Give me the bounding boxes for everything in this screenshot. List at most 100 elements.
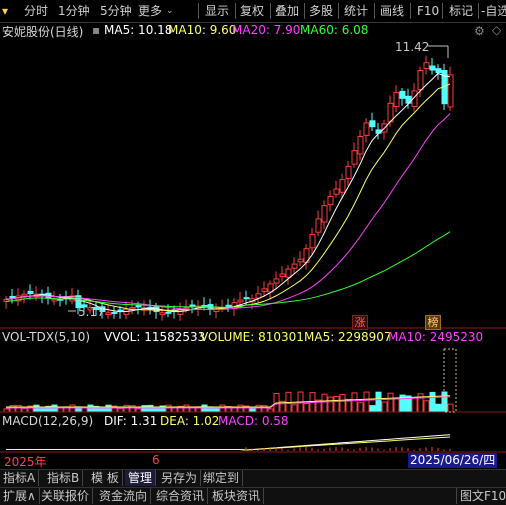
- candle-body: [129, 307, 136, 310]
- candle-body: [309, 233, 316, 249]
- volume-bar: [291, 404, 298, 413]
- candlestick-series: [3, 55, 454, 321]
- candle-body: [435, 68, 442, 74]
- tab-indicator-b[interactable]: 指标B: [44, 470, 84, 486]
- tab-indicator-a[interactable]: 指标A: [0, 470, 40, 486]
- volume-bar: [375, 391, 382, 413]
- candle-body: [363, 122, 370, 136]
- candle-body: [111, 311, 118, 314]
- limit-up-badge[interactable]: 涨: [352, 315, 368, 330]
- candle-body: [399, 90, 406, 99]
- volume-bar: [339, 394, 346, 413]
- f10-graphic-button[interactable]: 图文F10: [456, 488, 506, 504]
- tab-news[interactable]: 综合资讯: [153, 488, 209, 504]
- low-price-label: 5.17: [78, 305, 105, 319]
- dif-value: DIF: 1.31: [104, 414, 158, 428]
- candle-body: [279, 273, 286, 278]
- dif-line: [6, 434, 451, 451]
- volume-bar: [411, 397, 418, 413]
- candle-body: [351, 150, 358, 165]
- tab-fund-flow[interactable]: 资金流向: [96, 488, 152, 504]
- vol-indicator-title[interactable]: VOL-TDX(5,10): [2, 330, 90, 344]
- volume-bar: [105, 404, 112, 413]
- volume-panel-header: VOL-TDX(5,10) VVOL: 11582533 VOLUME: 810…: [0, 330, 506, 346]
- volume-bar: [219, 404, 226, 413]
- ranking-badge[interactable]: 榜: [425, 315, 441, 330]
- candle-body: [429, 65, 436, 71]
- vol-ma10-value: MA10: 2495230: [388, 330, 484, 344]
- tab-template[interactable]: 模 板: [88, 470, 123, 486]
- candle-body: [339, 179, 346, 193]
- candle-body: [357, 136, 364, 155]
- candle-body: [105, 312, 112, 316]
- tab-manage[interactable]: 管理: [125, 470, 157, 486]
- candle-body: [189, 304, 196, 307]
- volume-bar: [303, 403, 310, 413]
- candle-body: [369, 120, 376, 128]
- volume-bar: [333, 395, 340, 413]
- volume-bar: [369, 405, 376, 413]
- volume-bar: [153, 407, 160, 413]
- volume-bar: [117, 407, 124, 413]
- candle-body: [417, 69, 424, 91]
- volume-value: VOLUME: 810301: [200, 330, 304, 344]
- volume-bar: [393, 398, 400, 413]
- candle-body: [165, 311, 172, 314]
- volume-bar: [165, 404, 172, 413]
- candle-body: [327, 195, 334, 206]
- volume-bars: [3, 391, 454, 413]
- candle-body: [51, 298, 58, 302]
- moving-average-lines: [5, 72, 451, 313]
- candle-body: [237, 299, 244, 303]
- candle-body: [21, 293, 28, 297]
- dea-line: [6, 436, 451, 451]
- candle-body: [207, 304, 214, 309]
- volume-bar: [381, 401, 388, 413]
- volume-bar: [327, 396, 334, 413]
- volume-bar: [351, 392, 358, 413]
- candle-body: [393, 92, 400, 108]
- volume-bar: [429, 391, 436, 413]
- volume-bar: [249, 407, 256, 413]
- tab-save-as[interactable]: 另存为: [158, 470, 202, 486]
- candle-body: [273, 278, 280, 284]
- high-price-label: 11.42: [395, 40, 430, 54]
- tab-sector-news[interactable]: 板块资讯: [209, 488, 265, 504]
- ma10-line: [5, 83, 451, 311]
- volume-bar: [435, 403, 442, 413]
- cursor-date-label: 2025/06/26/四: [408, 453, 498, 468]
- vvol-value: VVOL: 11582533: [104, 330, 206, 344]
- volume-bar: [183, 404, 190, 413]
- volume-bar: [237, 404, 244, 413]
- month-label: 6: [152, 453, 160, 467]
- volume-bar: [33, 404, 40, 413]
- macd-panel-header: MACD(12,26,9) DIF: 1.31 DEA: 1.02 MACD: …: [0, 414, 506, 430]
- volume-bar: [21, 407, 28, 413]
- ma20-line: [5, 113, 451, 311]
- volume-bar: [15, 404, 22, 413]
- candle-body: [447, 74, 454, 108]
- volume-bar: [447, 403, 454, 413]
- candle-body: [345, 165, 352, 180]
- volume-bar: [363, 391, 370, 413]
- bottom-tab-bar: 扩展∧ 关联报价 资金流向 综合资讯 板块资讯 图文F10: [0, 487, 506, 505]
- candle-body: [261, 288, 268, 292]
- tab-bind-to[interactable]: 绑定到: [200, 470, 244, 486]
- vol-ma5-value: MA5: 2298907: [304, 330, 392, 344]
- candle-body: [243, 297, 250, 300]
- volume-bar: [321, 393, 328, 413]
- volume-bar: [51, 404, 58, 413]
- volume-bar: [147, 404, 154, 413]
- candle-body: [27, 290, 34, 295]
- candle-body: [291, 263, 298, 269]
- volume-bar: [87, 404, 94, 413]
- time-axis: 2025年 6 2025/06/26/四: [0, 453, 506, 469]
- tab-related-quotes[interactable]: 关联报价: [38, 488, 94, 504]
- macd-indicator-title[interactable]: MACD(12,26,9): [2, 414, 93, 428]
- candle-body: [9, 295, 16, 299]
- ma5-line: [5, 72, 451, 313]
- year-label: 2025年: [4, 455, 47, 469]
- candle-body: [423, 62, 430, 69]
- candle-body: [321, 205, 328, 223]
- tab-expand[interactable]: 扩展∧: [0, 488, 40, 504]
